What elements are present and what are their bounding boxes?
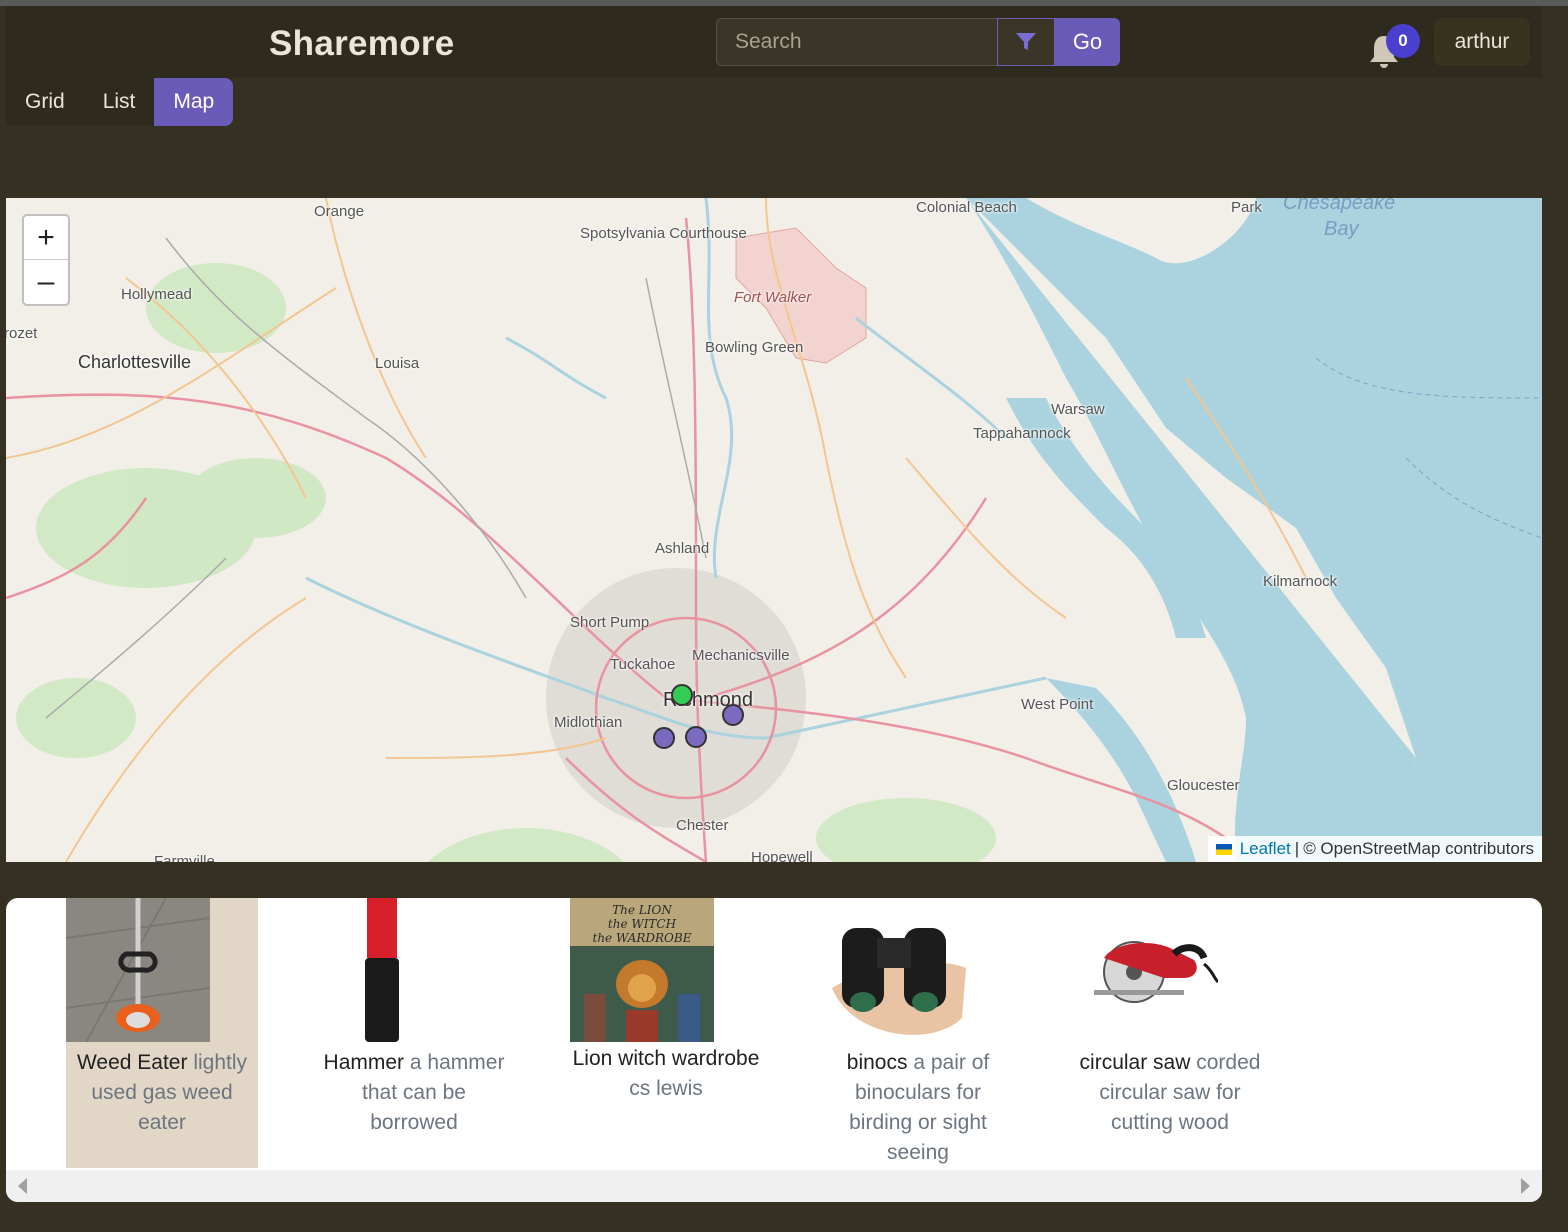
search-input[interactable] bbox=[716, 18, 998, 66]
map-marker-item[interactable] bbox=[685, 726, 707, 748]
map-label: Spotsylvania Courthouse bbox=[580, 225, 747, 242]
scroll-right-icon[interactable] bbox=[1521, 1178, 1530, 1194]
item-text: Weed Eater lightly used gas weed eater bbox=[66, 1048, 258, 1138]
filter-button[interactable] bbox=[997, 18, 1055, 66]
circular-saw-photo-icon bbox=[1074, 898, 1218, 1042]
item-name: Lion witch wardrobe bbox=[572, 1047, 760, 1070]
tab-list[interactable]: List bbox=[84, 78, 155, 126]
map-label: Louisa bbox=[375, 355, 420, 372]
zoom-control: + – bbox=[22, 214, 70, 306]
map-label: Bay bbox=[1324, 218, 1359, 240]
notification-badge: 0 bbox=[1386, 24, 1420, 58]
book-cover-photo-icon: The LION the WITCH the WARDROBE bbox=[570, 898, 714, 1042]
leaflet-link[interactable]: Leaflet bbox=[1240, 839, 1291, 859]
zoom-in-button[interactable]: + bbox=[24, 216, 68, 260]
window-right-edge bbox=[1544, 6, 1568, 1232]
item-card-circular-saw[interactable]: circular saw corded circular saw for cut… bbox=[1074, 898, 1266, 1168]
map-label: Charlottesville bbox=[78, 352, 192, 372]
map-label: Tuckahoe bbox=[610, 656, 676, 673]
map-label: Farmville bbox=[154, 853, 215, 862]
item-text: circular saw corded circular saw for cut… bbox=[1074, 1048, 1266, 1138]
map-label: Warsaw bbox=[1051, 401, 1105, 418]
item-card-weed-eater[interactable]: Weed Eater lightly used gas weed eater bbox=[66, 898, 258, 1168]
map-label: Orange bbox=[314, 203, 365, 220]
map-label: Hollymead bbox=[121, 286, 192, 303]
map-label: Midlothian bbox=[554, 714, 623, 731]
item-description: cs lewis bbox=[629, 1077, 703, 1100]
map-label: Ashland bbox=[655, 540, 710, 557]
top-navbar: Sharemore Go 0 arthur bbox=[6, 6, 1542, 78]
map-label: Chester bbox=[676, 817, 729, 834]
item-card-lion-witch-wardrobe[interactable]: The LION the WITCH the WARDROBE Lion wit… bbox=[570, 898, 762, 1168]
svg-text:the WARDROBE: the WARDROBE bbox=[593, 931, 692, 945]
map-label: Chesapeake bbox=[1283, 198, 1396, 214]
item-text: binocs a pair of binoculars for birding … bbox=[822, 1048, 1014, 1168]
ukraine-flag-icon bbox=[1215, 843, 1232, 855]
map-label: Park bbox=[1231, 199, 1262, 216]
zoom-out-button[interactable]: – bbox=[24, 260, 68, 304]
horizontal-scrollbar[interactable] bbox=[6, 1170, 1542, 1202]
map-label: Mechanicsville bbox=[692, 647, 790, 664]
map-label: Colonial Beach bbox=[916, 199, 1017, 216]
item-text: Lion witch wardrobe cs lewis bbox=[570, 1044, 762, 1104]
item-text: Hammer a hammer that can be borrowed bbox=[318, 1048, 510, 1138]
map-label: Bowling Green bbox=[705, 339, 804, 356]
map-attribution: Leaflet | © OpenStreetMap contributors bbox=[1207, 836, 1542, 862]
item-card-binocs[interactable]: binocs a pair of binoculars for birding … bbox=[822, 898, 1014, 1168]
map-label: Fort Walker bbox=[734, 289, 812, 306]
attribution-separator: | bbox=[1294, 839, 1300, 858]
map-marker-current[interactable] bbox=[671, 684, 693, 706]
map-label: West Point bbox=[1021, 696, 1094, 713]
map-marker-item[interactable] bbox=[653, 727, 675, 749]
item-name: Weed Eater bbox=[76, 1051, 188, 1074]
tab-grid[interactable]: Grid bbox=[6, 78, 84, 126]
binoculars-photo-icon bbox=[822, 898, 966, 1042]
map-label: Kilmarnock bbox=[1263, 573, 1338, 590]
map-view[interactable]: Orange Spotsylvania Courthouse Colonial … bbox=[6, 198, 1542, 862]
map-label: rozet bbox=[6, 325, 38, 342]
brand-logo[interactable]: Sharemore bbox=[269, 24, 455, 64]
item-carousel[interactable]: Weed Eater lightly used gas weed eater H… bbox=[6, 898, 1542, 1202]
tab-map[interactable]: Map bbox=[154, 78, 234, 126]
weed-eater-photo-icon bbox=[66, 898, 210, 1042]
svg-text:The LION: The LION bbox=[612, 903, 672, 917]
item-name: circular saw bbox=[1079, 1051, 1191, 1074]
view-tabs: Grid List Map bbox=[6, 78, 234, 126]
map-label: Short Pump bbox=[570, 614, 650, 631]
map-marker-item[interactable] bbox=[722, 704, 744, 726]
item-name: Hammer bbox=[323, 1051, 405, 1074]
go-button[interactable]: Go bbox=[1055, 18, 1120, 66]
osm-attribution: © OpenStreetMap contributors bbox=[1303, 839, 1534, 858]
svg-text:the WITCH: the WITCH bbox=[608, 917, 677, 931]
user-menu-button[interactable]: arthur bbox=[1434, 18, 1530, 66]
hammer-photo-icon bbox=[318, 898, 462, 1042]
item-card-hammer[interactable]: Hammer a hammer that can be borrowed bbox=[318, 898, 510, 1168]
map-label: Tappahannock bbox=[973, 425, 1071, 442]
map-label: Hopewell bbox=[751, 849, 813, 862]
filter-icon bbox=[1016, 33, 1036, 50]
item-name: binocs bbox=[846, 1051, 908, 1074]
scroll-left-icon[interactable] bbox=[18, 1178, 27, 1194]
map-label: Gloucester bbox=[1167, 777, 1240, 794]
